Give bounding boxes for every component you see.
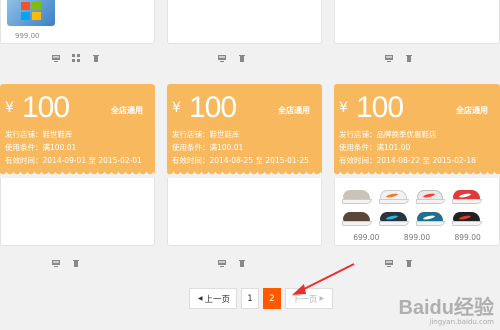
coupon-scope: 全店通用 bbox=[111, 106, 143, 115]
shoe-thumbnail[interactable] bbox=[412, 184, 449, 206]
product-card-top-1[interactable]: 999.00 bbox=[0, 0, 155, 44]
shoe-thumbnail[interactable] bbox=[339, 206, 375, 228]
shoe-thumbnail[interactable] bbox=[375, 184, 412, 206]
product-thumbnail[interactable] bbox=[7, 0, 55, 26]
coupon-edge bbox=[167, 171, 322, 177]
coupon-condition: 使用条件：满101.00 bbox=[339, 143, 411, 152]
product-card-top-3 bbox=[334, 0, 500, 44]
card-actions-3 bbox=[385, 258, 413, 268]
coupon-scope: 全店通用 bbox=[278, 106, 310, 115]
product-price: 999.00 bbox=[15, 32, 40, 40]
coupon-condition: 使用条件：满100.01 bbox=[5, 143, 77, 152]
coupon-amount: 100 bbox=[356, 91, 404, 124]
card-actions-top-1 bbox=[52, 53, 100, 63]
screen-icon[interactable] bbox=[52, 259, 60, 267]
coupon-card[interactable]: ¥ 100 全店通用 发行店铺：鞋世鞋库 使用条件：满100.01 有效时间：2… bbox=[167, 84, 322, 177]
shoe-thumbnail[interactable] bbox=[449, 206, 485, 228]
shoe-thumbnail[interactable] bbox=[412, 206, 449, 228]
prev-page-button[interactable]: ◀ 上一页 bbox=[189, 288, 237, 309]
windows-logo-icon bbox=[21, 2, 43, 20]
coupon-validity: 有效时间：2014-08-25 至 2015-01-25 bbox=[172, 156, 309, 165]
currency-symbol: ¥ bbox=[5, 100, 14, 116]
currency-symbol: ¥ bbox=[339, 100, 348, 116]
product-price: 899.00 bbox=[454, 233, 481, 242]
product-image-grid[interactable] bbox=[339, 184, 485, 228]
watermark: Baidu经验 jingyan.baidu.com bbox=[398, 291, 494, 326]
trash-icon[interactable] bbox=[238, 54, 246, 62]
product-price: 899.00 bbox=[403, 233, 431, 242]
screen-icon[interactable] bbox=[385, 259, 393, 267]
page-button-1[interactable]: 1 bbox=[241, 288, 259, 309]
coupon-edge bbox=[0, 171, 155, 177]
coupon-card[interactable]: ¥ 100 全店通用 发行店铺：鞋世鞋库 使用条件：满100.01 有效时间：2… bbox=[0, 84, 155, 177]
card-actions-top-2 bbox=[218, 53, 246, 63]
product-card-top-2 bbox=[167, 0, 322, 44]
coupon-condition: 使用条件：满100.01 bbox=[172, 143, 244, 152]
trash-icon[interactable] bbox=[92, 54, 100, 62]
coupon-product-area bbox=[167, 178, 322, 246]
screen-icon[interactable] bbox=[385, 54, 393, 62]
card-actions-top-3 bbox=[385, 53, 413, 63]
annotation-arrow-icon bbox=[292, 263, 355, 295]
coupon-edge bbox=[334, 171, 500, 177]
chevron-left-icon: ◀ bbox=[197, 295, 203, 302]
currency-symbol: ¥ bbox=[172, 100, 181, 116]
coupon-amount: 100 bbox=[22, 91, 70, 124]
shoe-thumbnail[interactable] bbox=[339, 184, 375, 206]
trash-icon[interactable] bbox=[238, 259, 246, 267]
coupon-store: 发行店铺：鞋世鞋库 bbox=[172, 130, 240, 139]
watermark-logo: Baidu经验 bbox=[398, 297, 494, 319]
trash-icon[interactable] bbox=[405, 259, 413, 267]
card-actions-1 bbox=[52, 258, 80, 268]
trash-icon[interactable] bbox=[72, 259, 80, 267]
puzzle-icon[interactable] bbox=[72, 54, 80, 62]
coupon-product-area: 699.00 899.00 899.00 bbox=[334, 178, 500, 246]
coupon-product-area bbox=[0, 178, 155, 246]
coupon-card[interactable]: ¥ 100 全店通用 发行店铺：品牌换季优惠鞋店 使用条件：满101.00 有效… bbox=[334, 84, 500, 177]
prev-page-label: 上一页 bbox=[204, 294, 231, 305]
coupon-scope: 全店通用 bbox=[456, 106, 488, 115]
page-button-2-current[interactable]: 2 bbox=[263, 288, 281, 309]
shoe-thumbnail[interactable] bbox=[375, 206, 412, 228]
coupon-list-page: 999.00 ¥ 100 全店通用 发行店铺：鞋世鞋库 使用条件：满100.01… bbox=[0, 0, 500, 330]
coupon-validity: 有效时间：2014-09-01 至 2015-02-01 bbox=[5, 156, 142, 165]
card-actions-2 bbox=[218, 258, 246, 268]
product-prices: 699.00 899.00 899.00 bbox=[335, 233, 499, 242]
screen-icon[interactable] bbox=[218, 259, 226, 267]
screen-icon[interactable] bbox=[52, 54, 60, 62]
coupon-amount: 100 bbox=[189, 91, 237, 124]
screen-icon[interactable] bbox=[218, 54, 226, 62]
product-price: 699.00 bbox=[353, 233, 380, 242]
trash-icon[interactable] bbox=[405, 54, 413, 62]
coupon-store: 发行店铺：鞋世鞋库 bbox=[5, 130, 73, 139]
coupon-store: 发行店铺：品牌换季优惠鞋店 bbox=[339, 130, 437, 139]
coupon-validity: 有效时间：2014-08-22 至 2015-02-18 bbox=[339, 156, 476, 165]
shoe-thumbnail[interactable] bbox=[449, 184, 485, 206]
